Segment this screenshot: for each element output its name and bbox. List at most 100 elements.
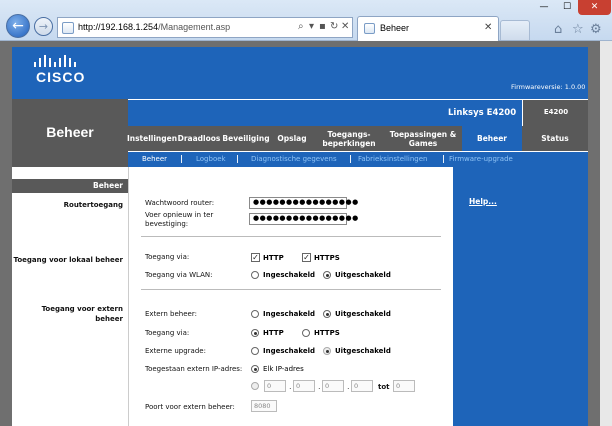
- tab-label: Status: [541, 134, 569, 143]
- cisco-logo: CISCO: [36, 69, 86, 85]
- page-background: CISCO Firmwareversie: 1.0.00 Beheer Link…: [0, 41, 612, 426]
- remote-disabled-radio[interactable]: Uitgeschakeld: [323, 310, 391, 318]
- radio-selected-icon: [323, 347, 331, 355]
- ip-dot: .: [318, 382, 321, 391]
- forward-button[interactable]: →: [34, 17, 53, 36]
- password-label: Wachtwoord router:: [145, 199, 215, 207]
- ip-octet-1[interactable]: 0: [264, 380, 286, 392]
- option-label: Ingeschakeld: [263, 347, 315, 355]
- option-label: Uitgeschakeld: [335, 310, 391, 318]
- dropdown-icon[interactable]: ▾: [309, 21, 314, 32]
- stop-icon[interactable]: ✕: [341, 21, 349, 32]
- upgrade-disabled-radio[interactable]: Uitgeschakeld: [323, 347, 391, 355]
- remote-http-radio[interactable]: HTTP: [251, 329, 284, 337]
- close-window-button[interactable]: ✕: [578, 0, 611, 15]
- allowed-ip-label: Toegestaan extern IP-adres:: [145, 365, 243, 373]
- model-bar: Linksys E4200 E4200: [128, 99, 588, 127]
- label-local-access: Toegang voor lokaal beheer: [13, 256, 123, 264]
- confirm-password-input[interactable]: ●●●●●●●●●●●●●●●●: [249, 213, 358, 225]
- tab-beveiliging[interactable]: Beveiliging: [222, 126, 270, 151]
- radio-selected-icon: [251, 365, 259, 373]
- label-router-access: Routertoegang: [63, 201, 123, 209]
- tab-beheer[interactable]: Beheer: [462, 126, 522, 151]
- model-code-box: E4200: [522, 100, 588, 127]
- label-remote-access: Toegang voor extern beheer: [41, 305, 123, 323]
- address-bar[interactable]: http://192.168.1.254/Management.asp ⌕ ▾ …: [57, 17, 353, 38]
- option-label: Uitgeschakeld: [335, 347, 391, 355]
- tab-draadloos[interactable]: Draadloos: [176, 126, 222, 151]
- home-icon[interactable]: ⌂: [554, 22, 562, 37]
- tab-label: Instellingen: [126, 134, 178, 143]
- divider: [141, 236, 441, 237]
- subtab-separator: |: [442, 154, 445, 163]
- search-icon[interactable]: ⌕: [298, 21, 304, 32]
- radio-icon: [302, 329, 310, 337]
- refresh-icon[interactable]: ↻: [330, 21, 338, 32]
- tab-label: Toepassingen & Games: [389, 129, 457, 148]
- local-http-checkbox[interactable]: ✓ HTTP: [251, 253, 284, 262]
- subtab-diagnostische-gegevens[interactable]: Diagnostische gegevens: [251, 155, 337, 163]
- model-code: E4200: [543, 108, 569, 116]
- cisco-logo-bars-icon: [34, 55, 76, 67]
- page-favicon-icon: [62, 22, 74, 34]
- external-upgrade-label: Externe upgrade:: [145, 347, 206, 355]
- subtab-logboek[interactable]: Logboek: [196, 155, 226, 163]
- remote-enabled-radio[interactable]: Ingeschakeld: [251, 310, 315, 318]
- back-button[interactable]: ←: [6, 14, 30, 38]
- vertical-scrollbar[interactable]: [600, 41, 612, 426]
- checkbox-checked-icon: ✓: [302, 253, 311, 262]
- help-panel: Help...: [453, 167, 588, 426]
- subtab-firmware-upgrade[interactable]: Firmware-upgrade: [449, 155, 513, 163]
- subtab-beheer[interactable]: Beheer: [142, 155, 167, 163]
- url-path: /Management.asp: [158, 22, 231, 32]
- remote-port-label: Poort voor extern beheer:: [145, 403, 235, 411]
- tab-opslag[interactable]: Opslag: [270, 126, 314, 151]
- favorites-star-icon[interactable]: ☆: [572, 22, 584, 37]
- section-title: Beheer: [46, 124, 94, 140]
- ip-to-octet[interactable]: 0: [393, 380, 415, 392]
- option-label: Ingeschakeld: [263, 310, 315, 318]
- ip-range-radio[interactable]: [251, 382, 263, 390]
- ip-octet-4[interactable]: 0: [351, 380, 373, 392]
- router-ui: CISCO Firmwareversie: 1.0.00 Beheer Link…: [12, 47, 588, 426]
- subtab-fabrieksinstellingen[interactable]: Fabrieksinstellingen: [358, 155, 427, 163]
- tab-status[interactable]: Status: [522, 126, 588, 151]
- section-panel: Beheer: [12, 99, 128, 172]
- tab-favicon-icon: [364, 23, 375, 34]
- header-banner: CISCO Firmwareversie: 1.0.00: [12, 47, 588, 99]
- tab-label: Toegangs- beperkingen: [322, 129, 376, 148]
- wlan-disabled-radio[interactable]: Uitgeschakeld: [323, 271, 391, 279]
- option-label: HTTP: [263, 329, 284, 337]
- left-labels: Beheer Routertoegang Toegang voor lokaal…: [12, 167, 128, 426]
- tab-toegangsbeperkingen[interactable]: Toegangs- beperkingen: [314, 126, 384, 151]
- browser-tab[interactable]: Beheer ✕: [357, 16, 499, 41]
- firmware-version: Firmwareversie: 1.0.00: [511, 83, 586, 91]
- option-label: Uitgeschakeld: [335, 271, 391, 279]
- remote-port-input[interactable]: 8080: [251, 400, 277, 412]
- ip-octet-2[interactable]: 0: [293, 380, 315, 392]
- password-input[interactable]: ●●●●●●●●●●●●●●●●: [249, 197, 358, 209]
- ip-octet-3[interactable]: 0: [322, 380, 344, 392]
- minimize-button[interactable]: —: [532, 0, 556, 15]
- divider: [141, 289, 441, 290]
- tools-gear-icon[interactable]: ⚙: [590, 22, 602, 37]
- tab-close-icon[interactable]: ✕: [484, 22, 492, 33]
- compat-view-icon[interactable]: ▪: [319, 21, 326, 32]
- help-link[interactable]: Help...: [469, 197, 497, 206]
- any-ip-radio[interactable]: Elk IP-adres: [251, 365, 304, 373]
- left-header: Beheer: [12, 179, 128, 193]
- new-tab-button[interactable]: [500, 20, 530, 40]
- local-https-checkbox[interactable]: ✓ HTTPS: [302, 253, 340, 262]
- upgrade-enabled-radio[interactable]: Ingeschakeld: [251, 347, 315, 355]
- address-url[interactable]: http://192.168.1.254/Management.asp: [78, 22, 230, 32]
- radio-icon: [251, 271, 259, 279]
- remote-https-radio[interactable]: HTTPS: [302, 329, 340, 337]
- option-label: HTTPS: [314, 253, 340, 262]
- tab-toepassingen-games[interactable]: Toepassingen & Games: [384, 126, 462, 151]
- tab-label: Opslag: [277, 134, 307, 143]
- wlan-enabled-radio[interactable]: Ingeschakeld: [251, 271, 315, 279]
- tab-instellingen[interactable]: Instellingen: [126, 126, 178, 151]
- maximize-button[interactable]: ☐: [555, 0, 579, 15]
- option-label: HTTP: [263, 253, 284, 262]
- ip-dot: .: [347, 382, 350, 391]
